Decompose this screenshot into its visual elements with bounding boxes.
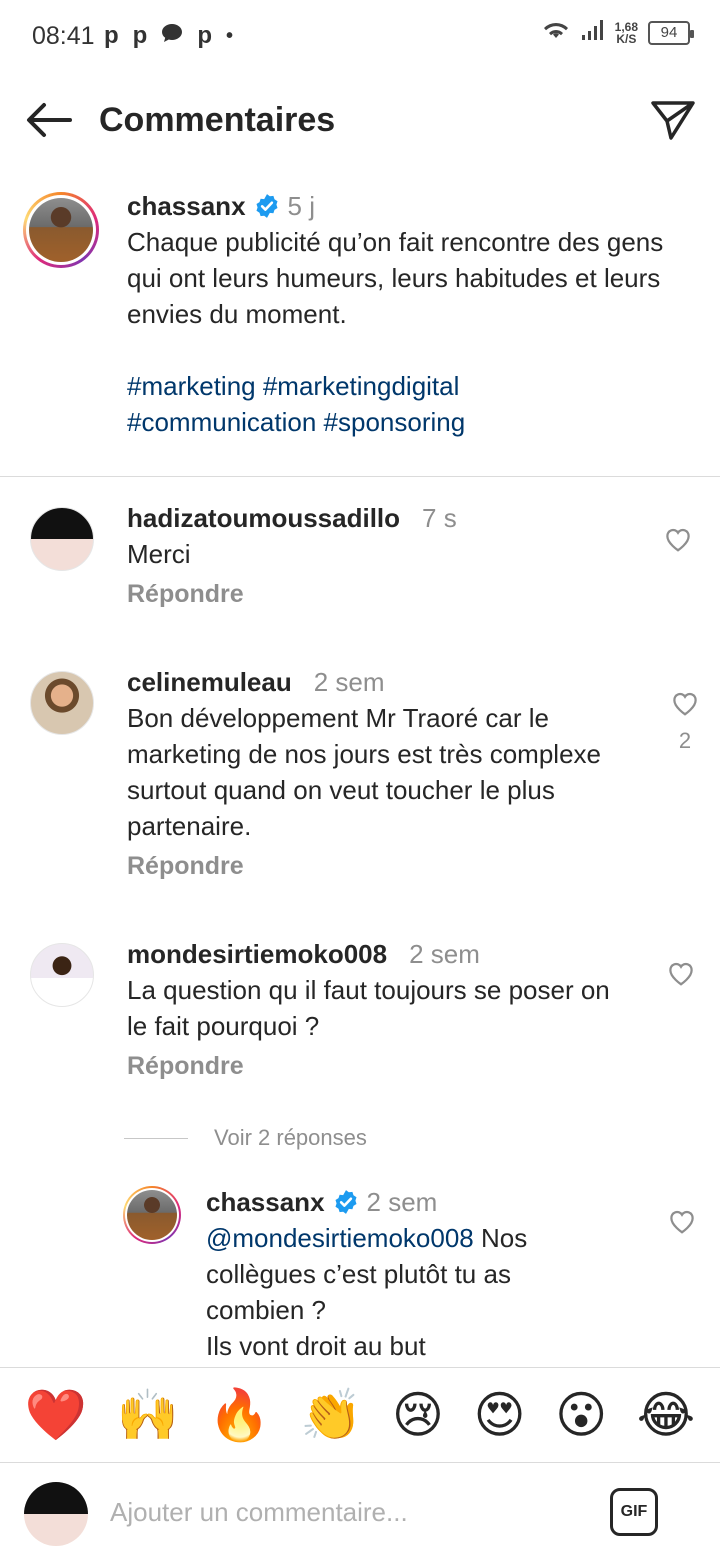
header: Commentaires xyxy=(0,80,720,160)
divider xyxy=(124,1137,188,1139)
comment-composer: GIF xyxy=(0,1464,720,1560)
reply-item: chassanx 2 sem @mondesirtiemoko008 Nos co… xyxy=(0,1184,720,1364)
comment-username[interactable]: celinemuleau xyxy=(127,667,292,697)
caption-text: Chaque publicité qu’on fait rencontre de… xyxy=(127,227,664,329)
app-p-icon: p xyxy=(104,22,119,49)
verified-badge-icon xyxy=(335,1190,357,1214)
crying-emoji-button[interactable]: 😢 xyxy=(392,1385,444,1445)
heart-eyes-emoji-button[interactable]: 😍 xyxy=(474,1385,526,1445)
status-bar: 08:41 p p p • 1,68 K/S 94 xyxy=(0,0,720,72)
tears-of-joy-emoji-button[interactable]: 😂 xyxy=(637,1385,695,1445)
reply-button[interactable]: Répondre xyxy=(127,852,244,881)
fire-emoji-button[interactable]: 🔥 xyxy=(208,1385,270,1445)
avatar[interactable] xyxy=(30,943,94,1007)
status-right: 1,68 K/S 94 xyxy=(541,18,694,47)
hashtags-line[interactable]: #communication #sponsoring xyxy=(127,404,687,440)
reply-button[interactable]: Répondre xyxy=(127,1052,244,1081)
heart-icon[interactable] xyxy=(663,524,693,554)
reply-button[interactable]: Répondre xyxy=(127,580,244,609)
net-speed: 1,68 K/S xyxy=(614,19,638,46)
heart-emoji-button[interactable]: ❤️ xyxy=(25,1385,87,1445)
comment-username[interactable]: mondesirtiemoko008 xyxy=(127,939,387,969)
app-p-icon: p xyxy=(197,22,213,49)
status-app-icons: p p p • xyxy=(104,22,233,50)
mention-link[interactable]: @mondesirtiemoko008 xyxy=(206,1223,474,1253)
chat-bubble-icon xyxy=(161,22,183,50)
avatar xyxy=(24,1482,88,1546)
app-p-icon: p xyxy=(132,22,148,49)
verified-badge-icon xyxy=(256,194,278,218)
timestamp: 5 j xyxy=(287,191,315,221)
hashtags-line[interactable]: #marketing #marketingdigital xyxy=(127,368,687,404)
view-replies-label: Voir 2 réponses xyxy=(214,1125,367,1150)
timestamp: 2 sem xyxy=(409,939,480,969)
comment-text: La question qu il faut toujours se poser… xyxy=(127,975,610,1041)
comment-username[interactable]: hadizatoumoussadillo xyxy=(127,503,400,533)
gif-button[interactable]: GIF xyxy=(610,1488,658,1536)
avatar[interactable] xyxy=(123,1186,181,1244)
comment-input[interactable] xyxy=(110,1490,580,1534)
share-button[interactable] xyxy=(648,96,698,144)
reply-text: @mondesirtiemoko008 Nos collègues c’est … xyxy=(206,1223,528,1325)
timestamp: 2 sem xyxy=(366,1187,438,1217)
avatar[interactable] xyxy=(30,507,94,571)
avatar[interactable] xyxy=(23,192,99,268)
arrow-left-icon xyxy=(27,103,72,137)
paper-plane-icon xyxy=(651,101,695,140)
divider xyxy=(0,476,720,477)
comment-text: Merci xyxy=(127,539,191,569)
username[interactable]: chassanx xyxy=(127,191,246,221)
reply-username[interactable]: chassanx xyxy=(206,1187,325,1217)
heart-icon[interactable] xyxy=(670,688,700,718)
surprised-emoji-button[interactable]: 😮 xyxy=(555,1385,607,1445)
wifi-icon xyxy=(541,18,571,47)
back-button[interactable] xyxy=(20,98,76,142)
comment-text: Bon développement Mr Traoré car le marke… xyxy=(127,703,601,841)
raising-hands-emoji-button[interactable]: 🙌 xyxy=(117,1385,179,1445)
status-time: 08:41 xyxy=(32,22,95,50)
timestamp: 7 s xyxy=(422,503,457,533)
heart-icon[interactable] xyxy=(666,958,696,988)
emoji-quick-bar: ❤️ 🙌 🔥 👏 😢 😍 😮 😂 xyxy=(0,1367,720,1463)
page-title: Commentaires xyxy=(99,101,336,139)
status-dot: • xyxy=(226,24,234,47)
view-replies-button[interactable]: Voir 2 réponses xyxy=(124,1124,367,1152)
reply-text-line: Ils vont droit au but xyxy=(206,1331,426,1361)
heart-icon[interactable] xyxy=(667,1206,697,1236)
avatar[interactable] xyxy=(30,671,94,735)
clapping-emoji-button[interactable]: 👏 xyxy=(300,1385,362,1445)
timestamp: 2 sem xyxy=(313,667,385,697)
signal-icon xyxy=(581,18,605,47)
battery-indicator: 94 xyxy=(648,20,694,45)
like-count: 2 xyxy=(678,728,692,753)
